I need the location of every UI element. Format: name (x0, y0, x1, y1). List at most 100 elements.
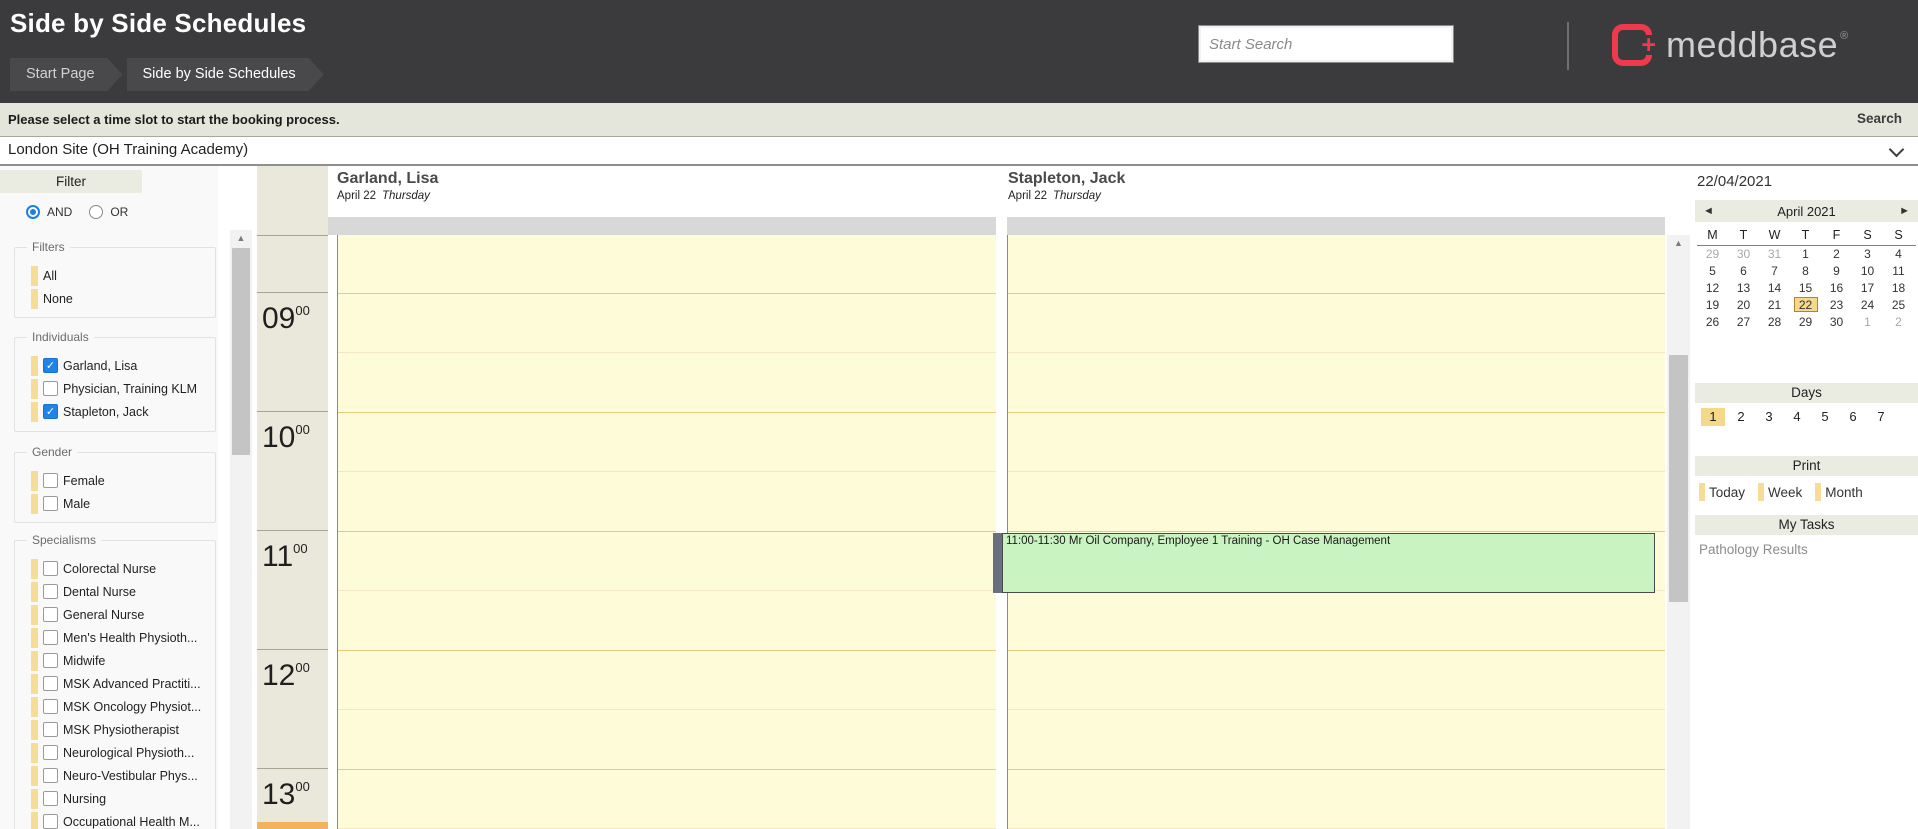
minical-day[interactable]: 1 (1790, 246, 1821, 263)
days-option-4[interactable]: 4 (1785, 408, 1809, 426)
checkbox[interactable] (43, 768, 58, 783)
minical-day[interactable]: 31 (1759, 246, 1790, 263)
minical-day[interactable]: 8 (1790, 263, 1821, 280)
filter-item-garland-lisa[interactable]: Garland, Lisa (15, 354, 215, 377)
scroll-up-icon[interactable]: ▲ (230, 230, 252, 246)
filter-item-msk-physiotherapist[interactable]: MSK Physiotherapist (15, 718, 215, 741)
print-month-button[interactable]: Month (1815, 483, 1863, 501)
filter-item-men-s-health-physioth[interactable]: Men's Health Physioth... (15, 626, 215, 649)
minical-day[interactable]: 30 (1728, 246, 1759, 263)
schedule-column-slots[interactable] (1007, 235, 1665, 829)
days-option-6[interactable]: 6 (1841, 408, 1865, 426)
filter-item-colorectal-nurse[interactable]: Colorectal Nurse (15, 557, 215, 580)
days-option-7[interactable]: 7 (1869, 408, 1893, 426)
checkbox[interactable] (43, 584, 58, 599)
filter-item-male[interactable]: Male (15, 492, 215, 515)
schedule-column-slots[interactable] (337, 235, 996, 829)
checkbox[interactable] (43, 496, 58, 511)
minical-day[interactable]: 10 (1852, 263, 1883, 280)
allday-row[interactable] (1007, 217, 1665, 235)
checkbox[interactable] (43, 814, 58, 829)
allday-row[interactable] (328, 217, 996, 235)
minical-day[interactable]: 24 (1852, 297, 1883, 314)
checkbox[interactable] (43, 791, 58, 806)
filter-item-msk-oncology-physiot[interactable]: MSK Oncology Physiot... (15, 695, 215, 718)
search-action-button[interactable]: Search (1857, 111, 1902, 126)
minical-day[interactable]: 20 (1728, 297, 1759, 314)
filter-item-dental-nurse[interactable]: Dental Nurse (15, 580, 215, 603)
checkbox[interactable] (43, 699, 58, 714)
minical-day[interactable]: 11 (1883, 263, 1914, 280)
minical-day[interactable]: 12 (1697, 280, 1728, 297)
checkbox[interactable] (43, 561, 58, 576)
filter-item-nursing[interactable]: Nursing (15, 787, 215, 810)
checkbox[interactable] (43, 607, 58, 622)
minical-day[interactable]: 30 (1821, 314, 1852, 331)
scrollbar-thumb[interactable] (1669, 355, 1688, 602)
prev-month-button[interactable]: ◄ (1703, 205, 1714, 217)
minical-day[interactable]: 29 (1790, 314, 1821, 331)
breadcrumb-item-side-by-side-schedules[interactable]: Side by Side Schedules (127, 58, 324, 91)
checkbox[interactable] (43, 358, 58, 373)
scrollbar-thumb[interactable] (232, 248, 250, 455)
filter-item-physician-training-klm[interactable]: Physician, Training KLM (15, 377, 215, 400)
minical-day[interactable]: 15 (1790, 280, 1821, 297)
checkbox[interactable] (43, 630, 58, 645)
next-month-button[interactable]: ► (1899, 205, 1910, 217)
minical-day[interactable]: 3 (1852, 246, 1883, 263)
minical-day[interactable]: 26 (1697, 314, 1728, 331)
scroll-up-icon[interactable]: ▲ (1667, 235, 1690, 251)
and-radio[interactable] (26, 205, 40, 219)
filter-item-neurological-physioth[interactable]: Neurological Physioth... (15, 741, 215, 764)
minical-day[interactable]: 13 (1728, 280, 1759, 297)
days-option-1[interactable]: 1 (1701, 408, 1725, 426)
checkbox[interactable] (43, 745, 58, 760)
sidebar-scrollbar[interactable]: ▲ (230, 230, 252, 829)
task-item-pathology-results[interactable]: Pathology Results (1699, 541, 1808, 558)
minical-day[interactable]: 22 (1790, 297, 1821, 314)
minical-day[interactable]: 7 (1759, 263, 1790, 280)
filter-item-occupational-health-m[interactable]: Occupational Health M... (15, 810, 215, 829)
minical-day[interactable]: 27 (1728, 314, 1759, 331)
minical-day[interactable]: 19 (1697, 297, 1728, 314)
checkbox[interactable] (43, 404, 58, 419)
breadcrumb-item-start-page[interactable]: Start Page (10, 58, 123, 91)
minical-day[interactable]: 14 (1759, 280, 1790, 297)
minical-day[interactable]: 6 (1728, 263, 1759, 280)
days-option-3[interactable]: 3 (1757, 408, 1781, 426)
print-today-button[interactable]: Today (1699, 483, 1745, 501)
print-week-button[interactable]: Week (1758, 483, 1802, 501)
filter-item-neuro-vestibular-phys[interactable]: Neuro-Vestibular Phys... (15, 764, 215, 787)
or-radio[interactable] (89, 205, 104, 219)
minical-day[interactable]: 21 (1759, 297, 1790, 314)
minical-day[interactable]: 9 (1821, 263, 1852, 280)
minical-day[interactable]: 16 (1821, 280, 1852, 297)
checkbox[interactable] (43, 676, 58, 691)
filter-item-midwife[interactable]: Midwife (15, 649, 215, 672)
filter-item-general-nurse[interactable]: General Nurse (15, 603, 215, 626)
minical-day[interactable]: 29 (1697, 246, 1728, 263)
minical-day[interactable]: 28 (1759, 314, 1790, 331)
days-option-5[interactable]: 5 (1813, 408, 1837, 426)
site-select[interactable]: London Site (OH Training Academy) (0, 137, 1918, 166)
filter-item-none[interactable]: None (15, 287, 215, 310)
filter-item-stapleton-jack[interactable]: Stapleton, Jack (15, 400, 215, 423)
minical-day[interactable]: 18 (1883, 280, 1914, 297)
checkbox[interactable] (43, 653, 58, 668)
minical-day[interactable]: 23 (1821, 297, 1852, 314)
checkbox[interactable] (43, 473, 58, 488)
minical-day[interactable]: 2 (1883, 314, 1914, 331)
checkbox[interactable] (43, 722, 58, 737)
minical-day[interactable]: 5 (1697, 263, 1728, 280)
filter-item-msk-advanced-practiti[interactable]: MSK Advanced Practiti... (15, 672, 215, 695)
minical-day[interactable]: 2 (1821, 246, 1852, 263)
minical-day[interactable]: 1 (1852, 314, 1883, 331)
days-option-2[interactable]: 2 (1729, 408, 1753, 426)
search-input[interactable] (1198, 25, 1454, 63)
checkbox[interactable] (43, 381, 58, 396)
minical-day[interactable]: 17 (1852, 280, 1883, 297)
minical-day[interactable]: 4 (1883, 246, 1914, 263)
filter-item-all[interactable]: All (15, 264, 215, 287)
filter-item-female[interactable]: Female (15, 469, 215, 492)
appointment[interactable]: 11:00-11:30 Mr Oil Company, Employee 1 T… (993, 533, 1655, 593)
